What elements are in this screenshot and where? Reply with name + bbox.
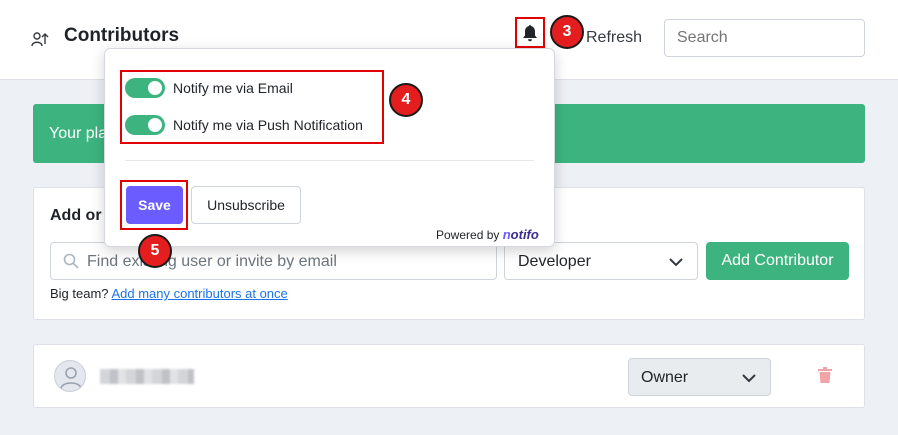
save-button[interactable]: Save (126, 186, 183, 224)
email-toggle-switch[interactable] (125, 78, 165, 98)
push-toggle-switch[interactable] (125, 115, 165, 135)
contributors-icon (31, 32, 49, 47)
card-title: Add or (50, 207, 102, 224)
contributor-row: Owner (33, 344, 865, 408)
contributor-role-select[interactable]: Owner (628, 358, 771, 396)
chevron-down-icon (669, 258, 683, 267)
powered-by-label: Powered by (436, 228, 500, 242)
toggle-row-email[interactable]: Notify me via Email (125, 78, 293, 98)
banner-text: Your pla (49, 125, 108, 142)
email-toggle-label: Notify me via Email (173, 80, 293, 96)
redacted-username (100, 369, 194, 384)
search-input[interactable] (664, 19, 865, 57)
push-toggle-label: Notify me via Push Notification (173, 117, 363, 133)
page-title: Contributors (64, 25, 180, 46)
notification-popover: Notify me via Email Notify me via Push N… (104, 48, 555, 247)
notification-bell-button[interactable] (515, 17, 545, 48)
role-select[interactable]: Developer (504, 242, 698, 280)
big-team-text: Big team? Add many contributors at once (50, 286, 288, 301)
add-contributor-button[interactable]: Add Contributor (706, 242, 849, 280)
step-marker-5: 5 (138, 234, 172, 268)
contributor-role-value: Owner (641, 369, 689, 386)
popover-divider (125, 160, 534, 161)
trash-icon[interactable] (818, 367, 832, 383)
notifo-logo: notifo (502, 227, 539, 242)
role-select-value: Developer (518, 253, 591, 270)
refresh-button[interactable]: Refresh (586, 29, 642, 47)
user-avatar-icon (54, 360, 86, 392)
chevron-down-icon (742, 374, 756, 383)
bell-icon (523, 24, 537, 41)
toggle-row-push[interactable]: Notify me via Push Notification (125, 115, 363, 135)
find-user-placeholder: Find existing user or invite by email (87, 253, 337, 270)
big-team-label: Big team? (50, 286, 109, 301)
powered-by: Powered by notifo (436, 227, 539, 242)
add-many-link[interactable]: Add many contributors at once (111, 286, 287, 301)
step-marker-4: 4 (389, 83, 423, 117)
step-marker-3: 3 (550, 15, 584, 49)
unsubscribe-button[interactable]: Unsubscribe (191, 186, 301, 224)
search-icon (63, 253, 79, 269)
find-user-input[interactable]: Find existing user or invite by email (50, 242, 497, 280)
